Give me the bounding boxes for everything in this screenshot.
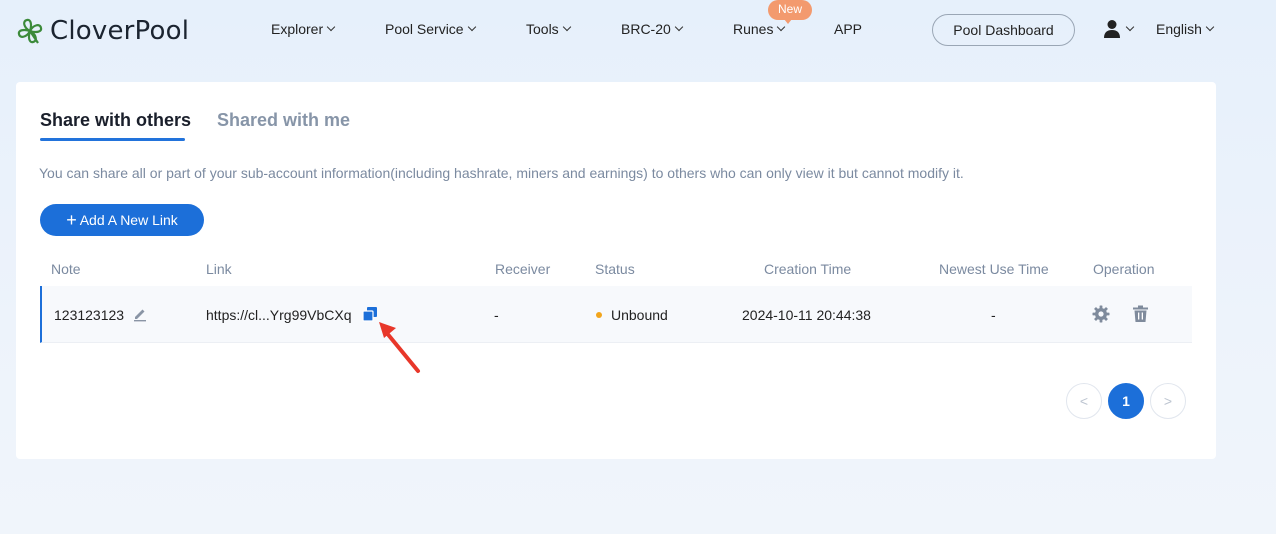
nav-app-label: APP: [834, 21, 863, 37]
language-selector[interactable]: English: [1156, 21, 1215, 37]
chevron-down-icon: [1125, 22, 1135, 32]
nav-pool-service-label: Pool Service: [385, 21, 464, 37]
newest-use-time-cell: -: [991, 307, 996, 323]
link-cell: https://cl...Yrg99VbCXq: [206, 307, 352, 323]
col-header-creation-time: Creation Time: [764, 261, 852, 277]
col-header-note: Note: [51, 261, 81, 277]
delete-trash-icon[interactable]: [1132, 305, 1149, 323]
chevron-down-icon: [326, 22, 336, 32]
col-header-status: Status: [595, 261, 635, 277]
edit-pencil-icon[interactable]: [132, 306, 148, 322]
logo-text: CloverPool: [50, 16, 190, 46]
nav-brc20-label: BRC-20: [621, 21, 671, 37]
nav-pool-service[interactable]: Pool Service: [385, 21, 476, 37]
note-cell: 123123123: [54, 307, 125, 323]
pagination-next-button[interactable]: >: [1150, 383, 1186, 419]
nav-brc20[interactable]: BRC-20: [621, 21, 684, 37]
active-tab-indicator: [40, 138, 185, 141]
top-navbar: CloverPool Explorer Pool Service Tools B…: [0, 0, 1276, 62]
chevron-down-icon: [1205, 22, 1215, 32]
nav-app[interactable]: APP: [834, 21, 862, 37]
annotation-arrow-icon: [379, 322, 420, 373]
status-dot: [596, 312, 602, 319]
add-new-link-button[interactable]: + Add A New Link: [40, 204, 204, 236]
chevron-down-icon: [674, 22, 684, 32]
col-header-operation: Operation: [1093, 261, 1155, 277]
tab-shared-with-me[interactable]: Shared with me: [217, 110, 350, 131]
col-header-link: Link: [206, 261, 232, 277]
user-menu[interactable]: [1103, 19, 1135, 39]
pagination-page-1[interactable]: 1: [1108, 383, 1144, 419]
nav-tools[interactable]: Tools: [526, 21, 571, 37]
pool-dashboard-button[interactable]: Pool Dashboard: [932, 14, 1075, 46]
tab-share-with-others[interactable]: Share with others: [40, 110, 191, 131]
chevron-down-icon: [467, 22, 476, 32]
new-badge: New: [768, 0, 812, 24]
nav-runes-label: Runes: [733, 21, 774, 37]
logo[interactable]: CloverPool: [14, 14, 189, 48]
chevron-down-icon: [777, 22, 786, 32]
receiver-cell: -: [494, 307, 499, 323]
col-header-receiver: Receiver: [495, 261, 551, 277]
chevron-down-icon: [562, 22, 571, 32]
share-card: Share with others Shared with me You can…: [16, 82, 1216, 459]
nav-explorer-label: Explorer: [271, 21, 324, 37]
nav-runes[interactable]: Runes: [733, 21, 786, 37]
creation-time-cell: 2024-10-11 20:44:38: [742, 307, 871, 323]
plus-icon: +: [66, 210, 77, 230]
add-new-link-label: Add A New Link: [79, 212, 178, 228]
col-header-newest-use-time: Newest Use Time: [939, 261, 1049, 277]
settings-gear-icon[interactable]: [1092, 305, 1110, 323]
nav-explorer[interactable]: Explorer: [271, 21, 336, 37]
clover-logo-icon: [17, 18, 43, 44]
language-label: English: [1156, 21, 1202, 37]
status-cell: Unbound: [596, 307, 668, 323]
share-description: You can share all or part of your sub-ac…: [39, 165, 964, 181]
pagination-prev-button[interactable]: <: [1066, 383, 1102, 419]
status-label: Unbound: [611, 307, 668, 323]
nav-tools-label: Tools: [526, 21, 559, 37]
user-icon: [1104, 20, 1120, 38]
